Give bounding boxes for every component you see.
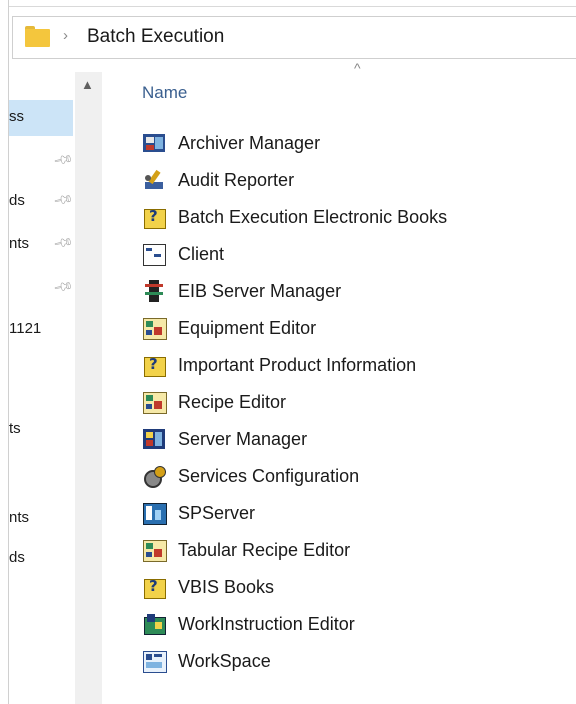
nav-item-label[interactable]: ts xyxy=(9,420,21,437)
scroll-up-icon[interactable]: ▲ xyxy=(81,77,94,92)
server-icon xyxy=(142,279,166,303)
editor-icon xyxy=(142,538,167,562)
workinstruction-icon xyxy=(142,612,166,636)
column-header-name[interactable]: Name xyxy=(142,83,187,103)
file-name: Recipe Editor xyxy=(178,391,287,412)
nav-item-label[interactable]: ds xyxy=(9,549,25,566)
server-manager-icon xyxy=(142,427,166,451)
address-bar[interactable]: › Batch Execution xyxy=(12,16,576,59)
spserver-icon xyxy=(142,501,167,525)
list-item[interactable]: ? VBIS Books xyxy=(142,571,274,603)
pin-icon[interactable]: 📌︎ xyxy=(52,189,74,212)
breadcrumb-separator[interactable]: › xyxy=(63,27,68,44)
list-item[interactable]: WorkInstruction Editor xyxy=(142,608,355,640)
nav-item-label[interactable]: 1121 xyxy=(9,320,41,337)
client-icon xyxy=(142,242,166,266)
audit-icon xyxy=(142,168,166,192)
list-item[interactable]: EIB Server Manager xyxy=(142,275,341,307)
list-item[interactable]: ? Important Product Information xyxy=(142,349,416,381)
file-name: Audit Reporter xyxy=(178,169,295,190)
help-book-icon: ? xyxy=(142,205,166,229)
list-item[interactable]: Equipment Editor xyxy=(142,312,316,344)
nav-item-label[interactable]: nts xyxy=(9,509,29,526)
list-item[interactable]: ? Batch Execution Electronic Books xyxy=(142,201,447,233)
list-item[interactable]: Server Manager xyxy=(142,423,307,455)
help-book-icon: ? xyxy=(142,353,166,377)
file-name: VBIS Books xyxy=(178,576,275,597)
list-item[interactable]: SPServer xyxy=(142,497,255,529)
help-book-icon: ? xyxy=(142,575,166,599)
archiver-icon xyxy=(142,131,166,155)
file-name: WorkSpace xyxy=(178,650,271,671)
pin-icon[interactable]: 📌︎ xyxy=(52,232,74,255)
list-item[interactable]: WorkSpace xyxy=(142,645,271,677)
file-name: Services Configuration xyxy=(178,465,360,486)
pin-icon[interactable]: 📌︎ xyxy=(52,149,74,172)
workspace-icon xyxy=(142,649,167,673)
window-left-edge xyxy=(0,0,9,704)
file-name: WorkInstruction Editor xyxy=(178,613,355,634)
nav-scrollbar[interactable]: ▲ xyxy=(75,72,102,704)
file-name: Equipment Editor xyxy=(178,317,317,338)
file-name: Tabular Recipe Editor xyxy=(178,539,351,560)
editor-icon xyxy=(142,316,167,340)
list-item[interactable]: Archiver Manager xyxy=(142,127,320,159)
file-name: Client xyxy=(178,243,225,264)
list-item[interactable]: Services Configuration xyxy=(142,460,359,492)
editor-icon xyxy=(142,390,167,414)
window-top-edge xyxy=(0,0,576,7)
nav-item-label: ss xyxy=(9,108,24,125)
file-name: Batch Execution Electronic Books xyxy=(178,206,448,227)
file-name: Important Product Information xyxy=(178,354,417,375)
file-name: Archiver Manager xyxy=(178,132,321,153)
sort-ascending-icon: ^ xyxy=(354,60,361,76)
nav-item-selected[interactable]: ss xyxy=(9,100,73,136)
services-icon xyxy=(142,464,166,488)
nav-item-label[interactable]: nts xyxy=(9,235,29,252)
pin-icon[interactable]: 📌︎ xyxy=(52,276,74,299)
file-name: Server Manager xyxy=(178,428,308,449)
list-item[interactable]: Client xyxy=(142,238,224,270)
list-item[interactable]: Tabular Recipe Editor xyxy=(142,534,350,566)
file-name: EIB Server Manager xyxy=(178,280,342,301)
list-item[interactable]: Recipe Editor xyxy=(142,386,286,418)
nav-item-label[interactable]: ds xyxy=(9,192,25,209)
file-name: SPServer xyxy=(178,502,256,523)
folder-icon xyxy=(25,26,50,47)
breadcrumb-current[interactable]: Batch Execution xyxy=(87,26,224,48)
list-item[interactable]: Audit Reporter xyxy=(142,164,294,196)
